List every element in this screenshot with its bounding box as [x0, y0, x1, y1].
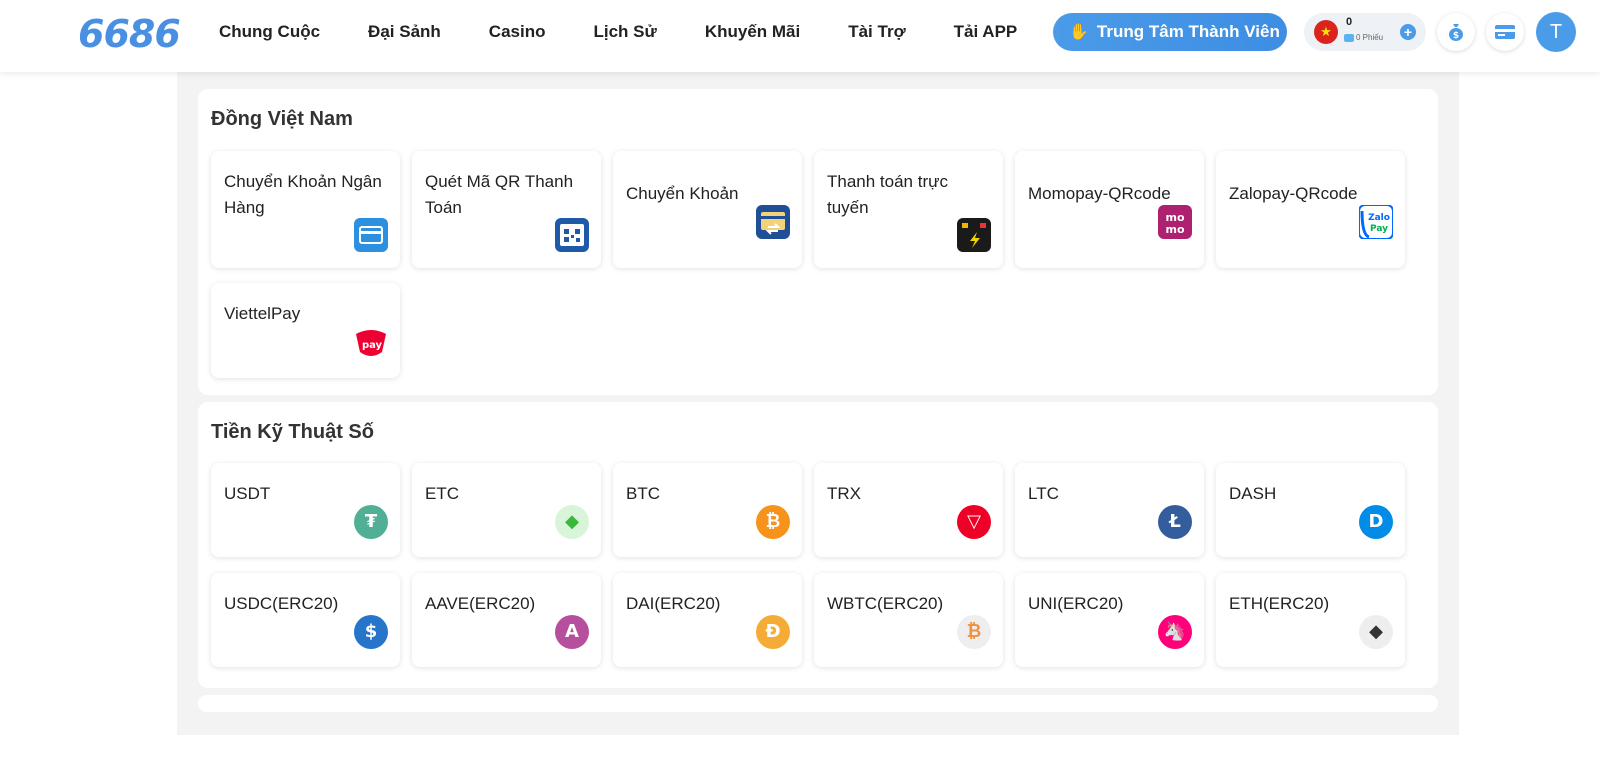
nav-item-khuyen-mai[interactable]: Khuyến Mãi: [681, 22, 824, 42]
method-label: ViettelPay: [224, 304, 301, 323]
crypto-label: DASH: [1229, 484, 1277, 503]
method-card-online-payment[interactable]: Thanh toán trực tuyến: [814, 151, 1003, 268]
svg-text:$: $: [1453, 31, 1459, 41]
crypto-card-usdt[interactable]: USDT ₮: [211, 463, 400, 557]
method-card-viettelpay[interactable]: ViettelPay pay: [211, 283, 400, 378]
next-panel: [198, 695, 1438, 712]
crypto-label: DAI(ERC20): [626, 594, 721, 613]
top-header: 6686 Chung Cuộc Đại Sảnh Casino Lịch Sử …: [0, 0, 1600, 72]
add-funds-icon[interactable]: +: [1400, 24, 1416, 40]
crypto-card-dash[interactable]: DASH D: [1216, 463, 1405, 557]
crypto-panel: Tiền Kỹ Thuật Số USDT ₮ ETC ◆ BTC ₿ TRX ▽ LTC Ł DA…: [198, 402, 1438, 688]
online-payment-icon: [957, 218, 991, 252]
viettelpay-icon: pay: [356, 330, 386, 356]
dai-icon: Đ: [756, 615, 790, 649]
ticket-label: 0 Phiếu: [1356, 33, 1384, 42]
svg-text:mo: mo: [1165, 223, 1184, 236]
nav-item-casino[interactable]: Casino: [465, 22, 570, 42]
eth-icon: ◆: [1359, 615, 1393, 649]
uni-icon: 🦄: [1158, 615, 1192, 649]
main-nav: Chung Cuộc Đại Sảnh Casino Lịch Sử Khuyế…: [195, 0, 1041, 64]
crypto-label: USDT: [224, 484, 271, 503]
crypto-card-eth-erc20[interactable]: ETH(ERC20) ◆: [1216, 573, 1405, 667]
method-label: Zalopay-QRcode: [1229, 184, 1358, 203]
user-avatar[interactable]: T: [1536, 12, 1576, 52]
usdt-icon: ₮: [354, 505, 388, 539]
etc-icon: ◆: [555, 505, 589, 539]
card-button[interactable]: [1486, 13, 1524, 51]
crypto-label: USDC(ERC20): [224, 594, 339, 613]
crypto-label: LTC: [1028, 484, 1059, 503]
hand-icon: ✋: [1069, 24, 1089, 41]
method-card-momopay[interactable]: Momopay-QRcode mo mo: [1015, 151, 1204, 268]
method-label: Chuyển Khoản Ngân Hàng: [224, 172, 382, 217]
balance-amount: 0: [1346, 16, 1353, 28]
ticket-count: 0 Phiếu: [1344, 33, 1383, 42]
dash-icon: D: [1359, 505, 1393, 539]
crypto-label: AAVE(ERC20): [425, 594, 536, 613]
crypto-card-aave-erc20[interactable]: AAVE(ERC20) A: [412, 573, 601, 667]
nav-item-tai-tro[interactable]: Tài Trợ: [824, 22, 929, 42]
momo-icon: momo: [1158, 205, 1192, 239]
svg-text:Pay: Pay: [1370, 224, 1388, 234]
nav-item-tai-app[interactable]: Tải APP: [930, 22, 1042, 42]
crypto-label: TRX: [827, 484, 861, 503]
crypto-card-trx[interactable]: TRX ▽: [814, 463, 1003, 557]
zalopay-icon: ZaloPay: [1359, 205, 1393, 239]
member-center-button[interactable]: ✋ Trung Tâm Thành Viên: [1053, 13, 1287, 51]
nav-item-lich-su[interactable]: Lịch Sử: [569, 22, 680, 42]
money-bag-button[interactable]: $: [1437, 13, 1475, 51]
deposit-methods-area: Đồng Việt Nam Chuyển Khoản Ngân Hàng Qué…: [177, 72, 1459, 735]
crypto-label: ETC: [425, 484, 459, 503]
crypto-card-uni-erc20[interactable]: UNI(ERC20) 🦄: [1015, 573, 1204, 667]
money-bag-icon: $: [1449, 24, 1463, 41]
method-label: Quét Mã QR Thanh Toán: [425, 172, 574, 217]
crypto-label: BTC: [626, 484, 660, 503]
bank-card-icon: [354, 218, 388, 252]
crypto-card-btc[interactable]: BTC ₿: [613, 463, 802, 557]
vnd-section-title: Đồng Việt Nam: [211, 108, 353, 130]
crypto-card-usdc-erc20[interactable]: USDC(ERC20) $: [211, 573, 400, 667]
crypto-card-wbtc-erc20[interactable]: WBTC(ERC20) ₿: [814, 573, 1003, 667]
method-label: Chuyển Khoản: [626, 184, 739, 203]
method-card-bank-transfer[interactable]: Chuyển Khoản Ngân Hàng: [211, 151, 400, 268]
member-center-label: Trung Tâm Thành Viên: [1096, 22, 1280, 41]
transfer-card-icon: [756, 205, 790, 239]
ticket-icon: [1344, 33, 1354, 42]
wbtc-icon: ₿: [957, 615, 991, 649]
svg-text:Zalo: Zalo: [1368, 213, 1390, 223]
method-label: Momopay-QRcode: [1028, 184, 1171, 203]
btc-icon: ₿: [756, 505, 790, 539]
qr-code-icon: [555, 218, 589, 252]
ltc-icon: Ł: [1158, 505, 1192, 539]
trx-icon: ▽: [957, 505, 991, 539]
crypto-section-title: Tiền Kỹ Thuật Số: [211, 421, 374, 443]
wallet-balance[interactable]: ★ 0 0 Phiếu +: [1304, 13, 1426, 51]
credit-card-icon: [1495, 25, 1515, 39]
method-card-zalopay[interactable]: Zalopay-QRcode Zalo Pay: [1216, 151, 1405, 268]
usdc-icon: $: [354, 615, 388, 649]
crypto-label: WBTC(ERC20): [827, 594, 944, 613]
method-label: Thanh toán trực tuyến: [827, 172, 949, 217]
nav-item-chung-cuoc[interactable]: Chung Cuộc: [195, 22, 344, 42]
aave-icon: A: [555, 615, 589, 649]
vietnam-flag-icon: ★: [1314, 20, 1338, 44]
site-logo[interactable]: 6686: [78, 12, 181, 56]
crypto-card-etc[interactable]: ETC ◆: [412, 463, 601, 557]
crypto-label: UNI(ERC20): [1028, 594, 1124, 613]
method-card-qr-payment[interactable]: Quét Mã QR Thanh Toán: [412, 151, 601, 268]
crypto-card-ltc[interactable]: LTC Ł: [1015, 463, 1204, 557]
nav-item-dai-sanh[interactable]: Đại Sảnh: [344, 22, 465, 42]
vnd-panel: Đồng Việt Nam Chuyển Khoản Ngân Hàng Qué…: [198, 89, 1438, 395]
method-card-transfer[interactable]: Chuyển Khoản: [613, 151, 802, 268]
svg-text:pay: pay: [362, 340, 383, 351]
crypto-card-dai-erc20[interactable]: DAI(ERC20) Đ: [613, 573, 802, 667]
crypto-label: ETH(ERC20): [1229, 594, 1330, 613]
